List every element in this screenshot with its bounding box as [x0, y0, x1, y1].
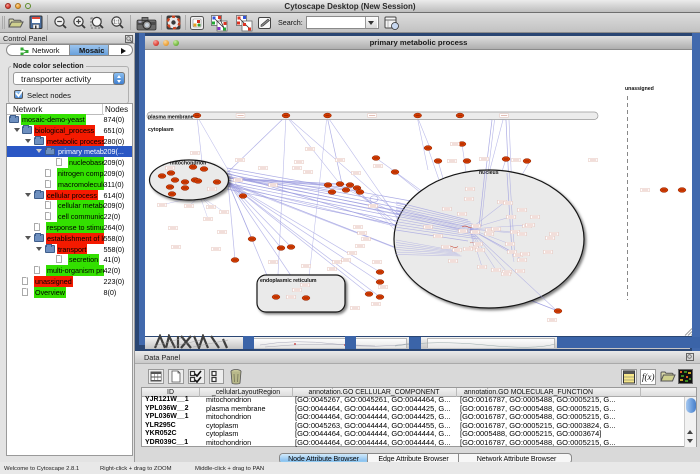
svg-text:mitochondrion: mitochondrion — [170, 161, 206, 167]
svg-text:unassigned: unassigned — [625, 86, 654, 92]
svg-text:1:1: 1:1 — [113, 20, 120, 26]
svg-text:f(x): f(x) — [642, 372, 655, 382]
svg-text:nucleus: nucleus — [479, 170, 499, 176]
svg-text:cytoplasm: cytoplasm — [148, 127, 174, 133]
svg-text:plasma membrane: plasma membrane — [148, 115, 194, 121]
